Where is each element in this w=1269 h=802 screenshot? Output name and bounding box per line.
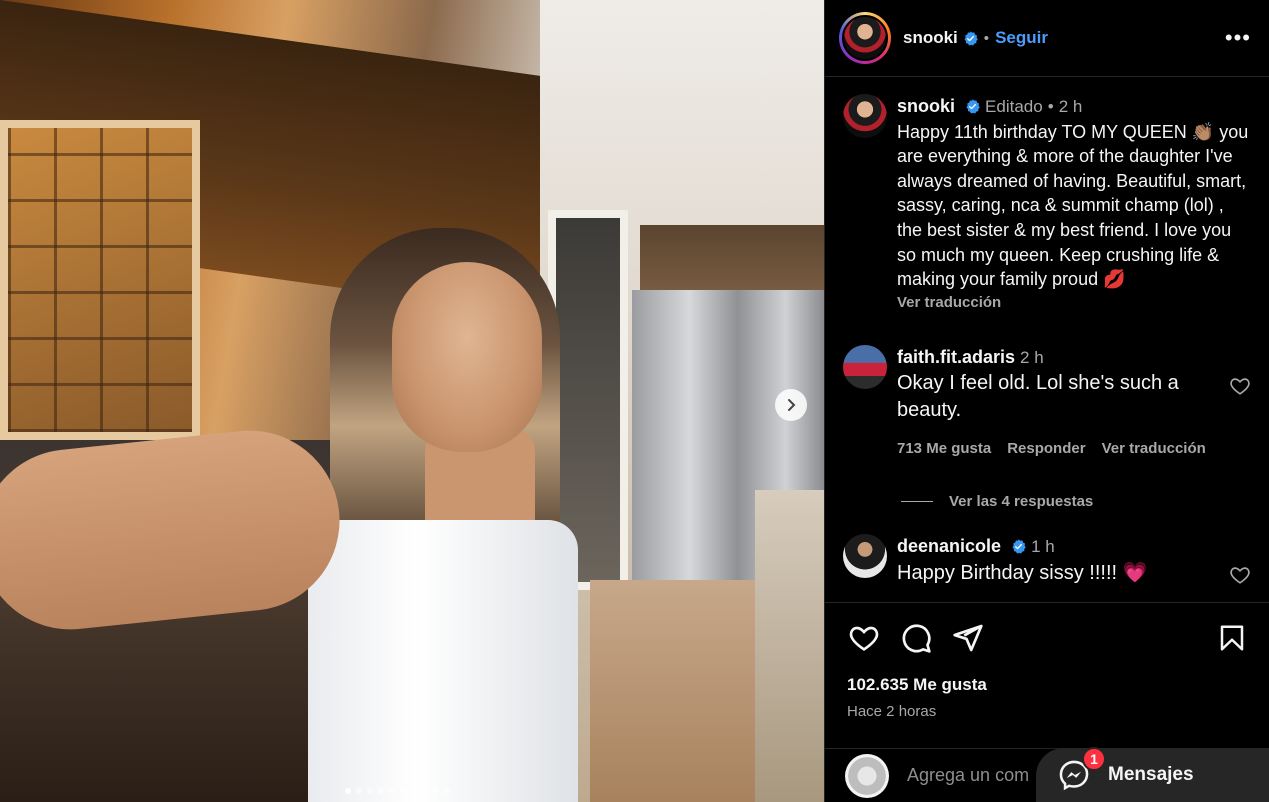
comment-text: Okay I feel old. Lol she's such a beauty… xyxy=(897,372,1179,422)
follow-button[interactable]: Seguir xyxy=(995,28,1048,48)
comment-body: deenanicole 1 h Happy Birthday sissy !!!… xyxy=(897,534,1219,587)
verified-badge-icon xyxy=(1012,539,1026,554)
carousel-dot xyxy=(367,788,373,794)
comment-text-block: deenanicole 1 h Happy Birthday sissy !!!… xyxy=(897,534,1219,587)
comment-text-block: faith.fit.adaris 2 h Okay I feel old. Lo… xyxy=(897,345,1219,425)
comment-bubble-icon xyxy=(902,624,931,653)
comment-time[interactable]: 2 h xyxy=(1020,348,1044,367)
photo-face xyxy=(392,262,542,452)
verified-badge-icon xyxy=(966,99,980,114)
caption-separator: • xyxy=(1047,97,1054,116)
carousel-dot xyxy=(444,788,450,794)
commenter-username[interactable]: deenanicole xyxy=(897,536,1001,556)
view-replies-label: Ver las 4 respuestas xyxy=(949,493,1094,511)
post-photo[interactable] xyxy=(0,0,824,802)
photo-white-top xyxy=(308,520,578,802)
comment-time[interactable]: 1 h xyxy=(1031,537,1055,556)
post-sidebar: snooki • Seguir ••• snooki Editado • 2 h… xyxy=(824,0,1269,802)
comments-scroll[interactable]: snooki Editado • 2 h Happy 11th birthday… xyxy=(825,78,1269,602)
like-button[interactable] xyxy=(847,621,881,655)
caption: snooki Editado • 2 h Happy 11th birthday… xyxy=(843,94,1251,311)
carousel-dot xyxy=(400,788,406,794)
header-separator: • xyxy=(983,29,990,47)
action-icons xyxy=(847,621,1249,655)
post-time[interactable]: Hace 2 horas xyxy=(847,703,1249,720)
chevron-right-icon xyxy=(788,399,796,411)
author-avatar[interactable] xyxy=(839,12,891,64)
caption-time[interactable]: 2 h xyxy=(1059,97,1083,116)
share-button[interactable] xyxy=(951,621,985,655)
caption-translate-link[interactable]: Ver traducción xyxy=(897,294,1251,311)
author-username[interactable]: snooki xyxy=(903,28,958,48)
comment-item: faith.fit.adaris 2 h Okay I feel old. Lo… xyxy=(843,344,1251,458)
photo-tile-backsplash xyxy=(0,120,200,440)
replies-divider xyxy=(901,501,933,503)
comment-actions: 713 Me gusta Responder Ver traducción xyxy=(897,440,1219,457)
caption-text: Happy 11th birthday TO MY QUEEN 👏🏽 you a… xyxy=(897,121,1249,290)
comment-likes-count[interactable]: 713 Me gusta xyxy=(897,440,991,457)
carousel-dot xyxy=(411,788,417,794)
carousel-indicator xyxy=(345,788,450,794)
comment-translate-link[interactable]: Ver traducción xyxy=(1102,440,1206,457)
messages-label: Mensajes xyxy=(1108,764,1194,785)
paper-plane-icon xyxy=(953,624,983,652)
comment-item: deenanicole 1 h Happy Birthday sissy !!!… xyxy=(843,534,1251,587)
caption-text-block: snooki Editado • 2 h Happy 11th birthday… xyxy=(897,94,1251,292)
comment-text: Happy Birthday sissy !!!!! 💗 xyxy=(897,561,1148,584)
bookmark-icon xyxy=(1220,625,1244,651)
commenter-avatar[interactable] xyxy=(843,534,887,579)
comment-like-heart-icon[interactable] xyxy=(1229,375,1251,397)
comment-body: faith.fit.adaris 2 h Okay I feel old. Lo… xyxy=(897,345,1219,458)
post-actions: 102.635 Me gusta Hace 2 horas xyxy=(825,602,1269,720)
messages-badge: 1 xyxy=(1082,747,1106,771)
carousel-dot xyxy=(389,788,395,794)
photo-upper-cabinets xyxy=(640,225,824,295)
save-button[interactable] xyxy=(1215,621,1249,655)
current-user-avatar xyxy=(845,753,889,798)
comment-input[interactable]: Agrega un com xyxy=(907,765,1029,786)
carousel-dot xyxy=(356,788,362,794)
comment-reply-button[interactable]: Responder xyxy=(1007,440,1085,457)
caption-edited: Editado xyxy=(985,97,1043,116)
messenger-icon-wrap: 1 xyxy=(1058,747,1106,791)
messages-button[interactable]: 1 Mensajes xyxy=(1036,747,1269,802)
carousel-dot xyxy=(378,788,384,794)
carousel-dot xyxy=(422,788,428,794)
caption-username[interactable]: snooki xyxy=(897,96,955,116)
post-header: snooki • Seguir ••• xyxy=(825,0,1269,77)
caption-avatar[interactable] xyxy=(843,94,887,138)
commenter-avatar[interactable] xyxy=(843,344,887,389)
carousel-next-button[interactable] xyxy=(775,389,807,421)
caption-body: snooki Editado • 2 h Happy 11th birthday… xyxy=(897,94,1251,311)
carousel-dot xyxy=(433,788,439,794)
view-replies-button[interactable]: Ver las 4 respuestas xyxy=(901,493,1251,510)
likes-count[interactable]: 102.635 Me gusta xyxy=(847,675,1249,695)
more-options-button[interactable]: ••• xyxy=(1225,25,1251,51)
verified-badge-icon xyxy=(964,30,978,46)
carousel-dot xyxy=(345,788,351,794)
comment-like-heart-icon[interactable] xyxy=(1229,564,1251,586)
author-avatar-image xyxy=(842,15,888,61)
commenter-username[interactable]: faith.fit.adaris xyxy=(897,347,1015,367)
comment-button[interactable] xyxy=(899,621,933,655)
photo-island xyxy=(755,490,824,802)
heart-icon xyxy=(849,626,879,651)
